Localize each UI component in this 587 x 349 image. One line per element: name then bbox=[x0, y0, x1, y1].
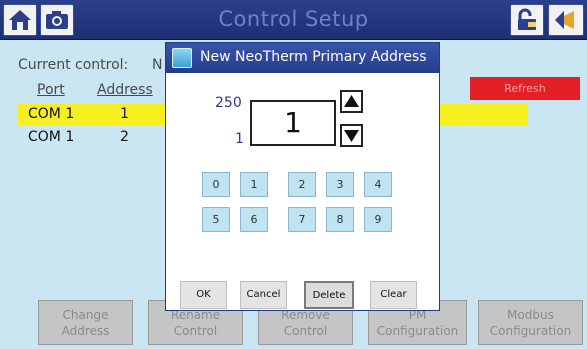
ok-button[interactable]: OK bbox=[180, 281, 227, 309]
back-button[interactable] bbox=[548, 4, 584, 36]
row-port: COM 1 bbox=[28, 129, 75, 145]
decrement-button[interactable] bbox=[340, 124, 363, 147]
button-label-line2: Control bbox=[173, 324, 218, 338]
keypad-key-0[interactable]: 0 bbox=[202, 172, 230, 197]
change-address-button[interactable]: Change Address bbox=[38, 300, 133, 345]
dialog-title: New NeoTherm Primary Address bbox=[200, 49, 427, 65]
page-title: Control Setup bbox=[218, 7, 369, 31]
current-control-label: Current control: bbox=[18, 57, 129, 73]
button-label-line2: Address bbox=[61, 324, 110, 338]
column-header-port: Port bbox=[37, 82, 65, 98]
lock-icon bbox=[518, 8, 536, 30]
back-arrow-icon bbox=[555, 11, 574, 29]
keypad-key-6[interactable]: 6 bbox=[240, 207, 268, 232]
modbus-configuration-button[interactable]: Modbus Configuration bbox=[478, 300, 583, 345]
keypad-key-8[interactable]: 8 bbox=[326, 207, 354, 232]
button-label-line1: Change bbox=[62, 308, 109, 322]
address-value-display[interactable]: 1 bbox=[250, 100, 336, 146]
row-address: 1 bbox=[120, 106, 129, 122]
delete-button[interactable]: Delete bbox=[304, 281, 354, 309]
row-port: COM 1 bbox=[28, 106, 75, 122]
dialog-title-bar: New NeoTherm Primary Address bbox=[166, 43, 439, 73]
row-address: 2 bbox=[120, 129, 129, 145]
button-label-line2: Configuration bbox=[376, 324, 459, 338]
current-control-value: N bbox=[152, 57, 163, 73]
column-header-address: Address bbox=[97, 82, 153, 98]
keypad-key-4[interactable]: 4 bbox=[364, 172, 392, 197]
button-label-line1: Modbus bbox=[507, 308, 554, 322]
button-label-line2: Control bbox=[283, 324, 328, 338]
cancel-button[interactable]: Cancel bbox=[240, 281, 287, 309]
max-value-label: 250 bbox=[215, 95, 242, 111]
keypad-key-9[interactable]: 9 bbox=[364, 207, 392, 232]
button-label-line2: Configuration bbox=[489, 324, 572, 338]
clear-button[interactable]: Clear bbox=[370, 281, 417, 309]
screen: Control Setup Current control: N Port Ad… bbox=[0, 0, 587, 349]
keypad-key-3[interactable]: 3 bbox=[326, 172, 354, 197]
increment-button[interactable] bbox=[340, 90, 363, 113]
refresh-button[interactable]: Refresh bbox=[470, 77, 580, 100]
keypad-key-1[interactable]: 1 bbox=[240, 172, 268, 197]
keypad-key-5[interactable]: 5 bbox=[202, 207, 230, 232]
min-value-label: 1 bbox=[235, 131, 244, 147]
keypad-key-7[interactable]: 7 bbox=[288, 207, 316, 232]
title-bar: Control Setup bbox=[0, 0, 587, 40]
app-icon bbox=[172, 48, 192, 68]
down-arrow-icon bbox=[344, 130, 359, 142]
lock-button[interactable] bbox=[510, 4, 544, 36]
keypad-key-2[interactable]: 2 bbox=[288, 172, 316, 197]
up-arrow-icon bbox=[344, 95, 359, 107]
